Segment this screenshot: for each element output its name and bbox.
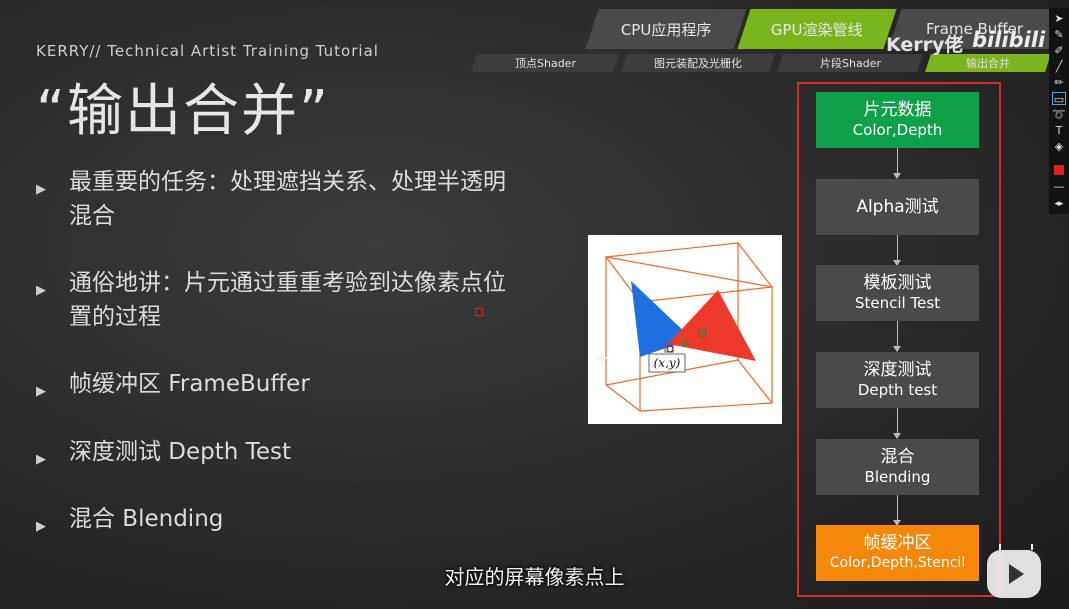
stage-alpha-test: Alpha测试 — [816, 179, 979, 235]
pipeline-arrow — [893, 495, 901, 526]
tab-cpu-app-label: CPU应用程序 — [620, 20, 712, 39]
bullet-text-line1: 最重要的任务：处理遮挡关系、处理半透明 — [69, 169, 506, 195]
subtab-primitive-assembly-label: 图元装配及光栅化 — [654, 57, 742, 70]
pen-icon[interactable]: ✎ — [1052, 28, 1066, 41]
play-button-ears — [999, 544, 1033, 550]
crosshair-cursor-icon: + — [594, 348, 610, 369]
bullet-text-line1: 帧缓冲区 FrameBuffer — [69, 371, 310, 397]
bullet-item: ▶ 最重要的任务：处理遮挡关系、处理半透明 混合 — [36, 165, 576, 233]
subtab-fragment-shader-label: 片段Shader — [819, 57, 881, 70]
stage-fragment-data: 片元数据 Color,Depth — [816, 92, 979, 148]
stage-title: 帧缓冲区 — [863, 533, 932, 553]
expand-icon[interactable]: ◂▸ — [1052, 198, 1066, 211]
subtab-vertex-shader-label: 顶点Shader — [514, 57, 576, 70]
diagram-point-label: (x,y) — [654, 356, 681, 370]
uploader-watermark: Kerry佬 — [886, 34, 964, 56]
pointer-icon[interactable]: ➤ — [1052, 12, 1066, 25]
stage-subtitle: Color,Depth — [852, 121, 943, 139]
bullet-item: ▶ 混合 Blending — [36, 502, 576, 536]
rectangle-icon[interactable]: ▭ — [1052, 92, 1066, 106]
stage-title: 混合 — [880, 447, 915, 467]
pipeline-arrow — [893, 235, 901, 266]
bilibili-logo: bilibili — [972, 28, 1046, 52]
bullet-text-line1: 通俗地讲：片元通过重重考验到达像素点位 — [69, 270, 506, 296]
bullet-text-line2: 置的过程 — [69, 304, 161, 330]
tab-gpu-pipeline[interactable]: GPU渲染管线 — [737, 9, 897, 49]
stage-subtitle: Depth test — [857, 381, 938, 399]
stroke-width-icon[interactable]: — — [1052, 180, 1066, 193]
lasso-icon[interactable]: ➰ — [1052, 108, 1066, 121]
brand-line: KERRY// Technical Artist Training Tutori… — [36, 42, 379, 60]
stage-depth-test: 深度测试 Depth test — [816, 352, 979, 408]
subtab-output-merge-label: 输出合并 — [966, 57, 1010, 70]
red-triangle — [668, 290, 756, 361]
stage-title: 模板测试 — [863, 273, 932, 293]
rasterization-diagram: (x,y) — [588, 235, 782, 424]
pipeline-arrow — [893, 408, 901, 439]
marker-icon[interactable]: ✐ — [1052, 44, 1066, 57]
bullet-text-line1: 混合 Blending — [69, 506, 224, 532]
stage-stencil-test: 模板测试 Stencil Test — [816, 265, 979, 321]
stage-subtitle: Blending — [864, 468, 931, 486]
stage-subtitle: Stencil Test — [854, 294, 941, 312]
bullet-text-line1: 深度测试 Depth Test — [69, 439, 291, 465]
bullet-arrow-icon: ▶ — [36, 384, 46, 399]
cursor-marker — [475, 308, 483, 316]
bullet-item: ▶ 帧缓冲区 FrameBuffer — [36, 367, 576, 401]
stage-title: Alpha测试 — [856, 197, 939, 217]
bullet-item: ▶ 通俗地讲：片元通过重重考验到达像素点位 置的过程 — [36, 266, 576, 334]
eraser-icon[interactable]: ◈ — [1052, 140, 1066, 153]
pipeline-arrow — [893, 148, 901, 179]
text-icon[interactable]: T — [1052, 124, 1066, 137]
color-swatch-icon[interactable] — [1052, 164, 1066, 177]
tab-cpu-app[interactable]: CPU应用程序 — [585, 9, 747, 49]
bullet-arrow-icon: ▶ — [36, 182, 46, 197]
bullet-arrow-icon: ▶ — [36, 519, 46, 534]
video-subtitle: 对应的屏幕像素点上 — [444, 565, 625, 589]
tab-gpu-pipeline-label: GPU渲染管线 — [771, 20, 863, 39]
brush-icon[interactable]: ✏ — [1052, 76, 1066, 89]
bullet-text-line2: 混合 — [69, 203, 115, 229]
line-icon[interactable]: ╱ — [1052, 60, 1066, 73]
subtab-primitive-assembly[interactable]: 图元装配及光栅化 — [621, 54, 775, 72]
bullet-arrow-icon: ▶ — [36, 283, 46, 298]
stage-title: 深度测试 — [863, 360, 932, 380]
slide-title: “输出合并” — [36, 79, 331, 144]
subtab-vertex-shader[interactable]: 顶点Shader — [471, 54, 619, 72]
pipeline-arrow — [893, 321, 901, 352]
diagram-svg: (x,y) — [604, 242, 774, 412]
bullet-arrow-icon: ▶ — [36, 452, 46, 467]
annotation-toolbar: ➤ ✎ ✐ ╱ ✏ ▭ ➰ T ◈ — ◂▸ — [1049, 8, 1069, 214]
stage-title: 片元数据 — [863, 100, 932, 120]
stage-blending: 混合 Blending — [816, 439, 979, 495]
bullet-item: ▶ 深度测试 Depth Test — [36, 435, 576, 469]
